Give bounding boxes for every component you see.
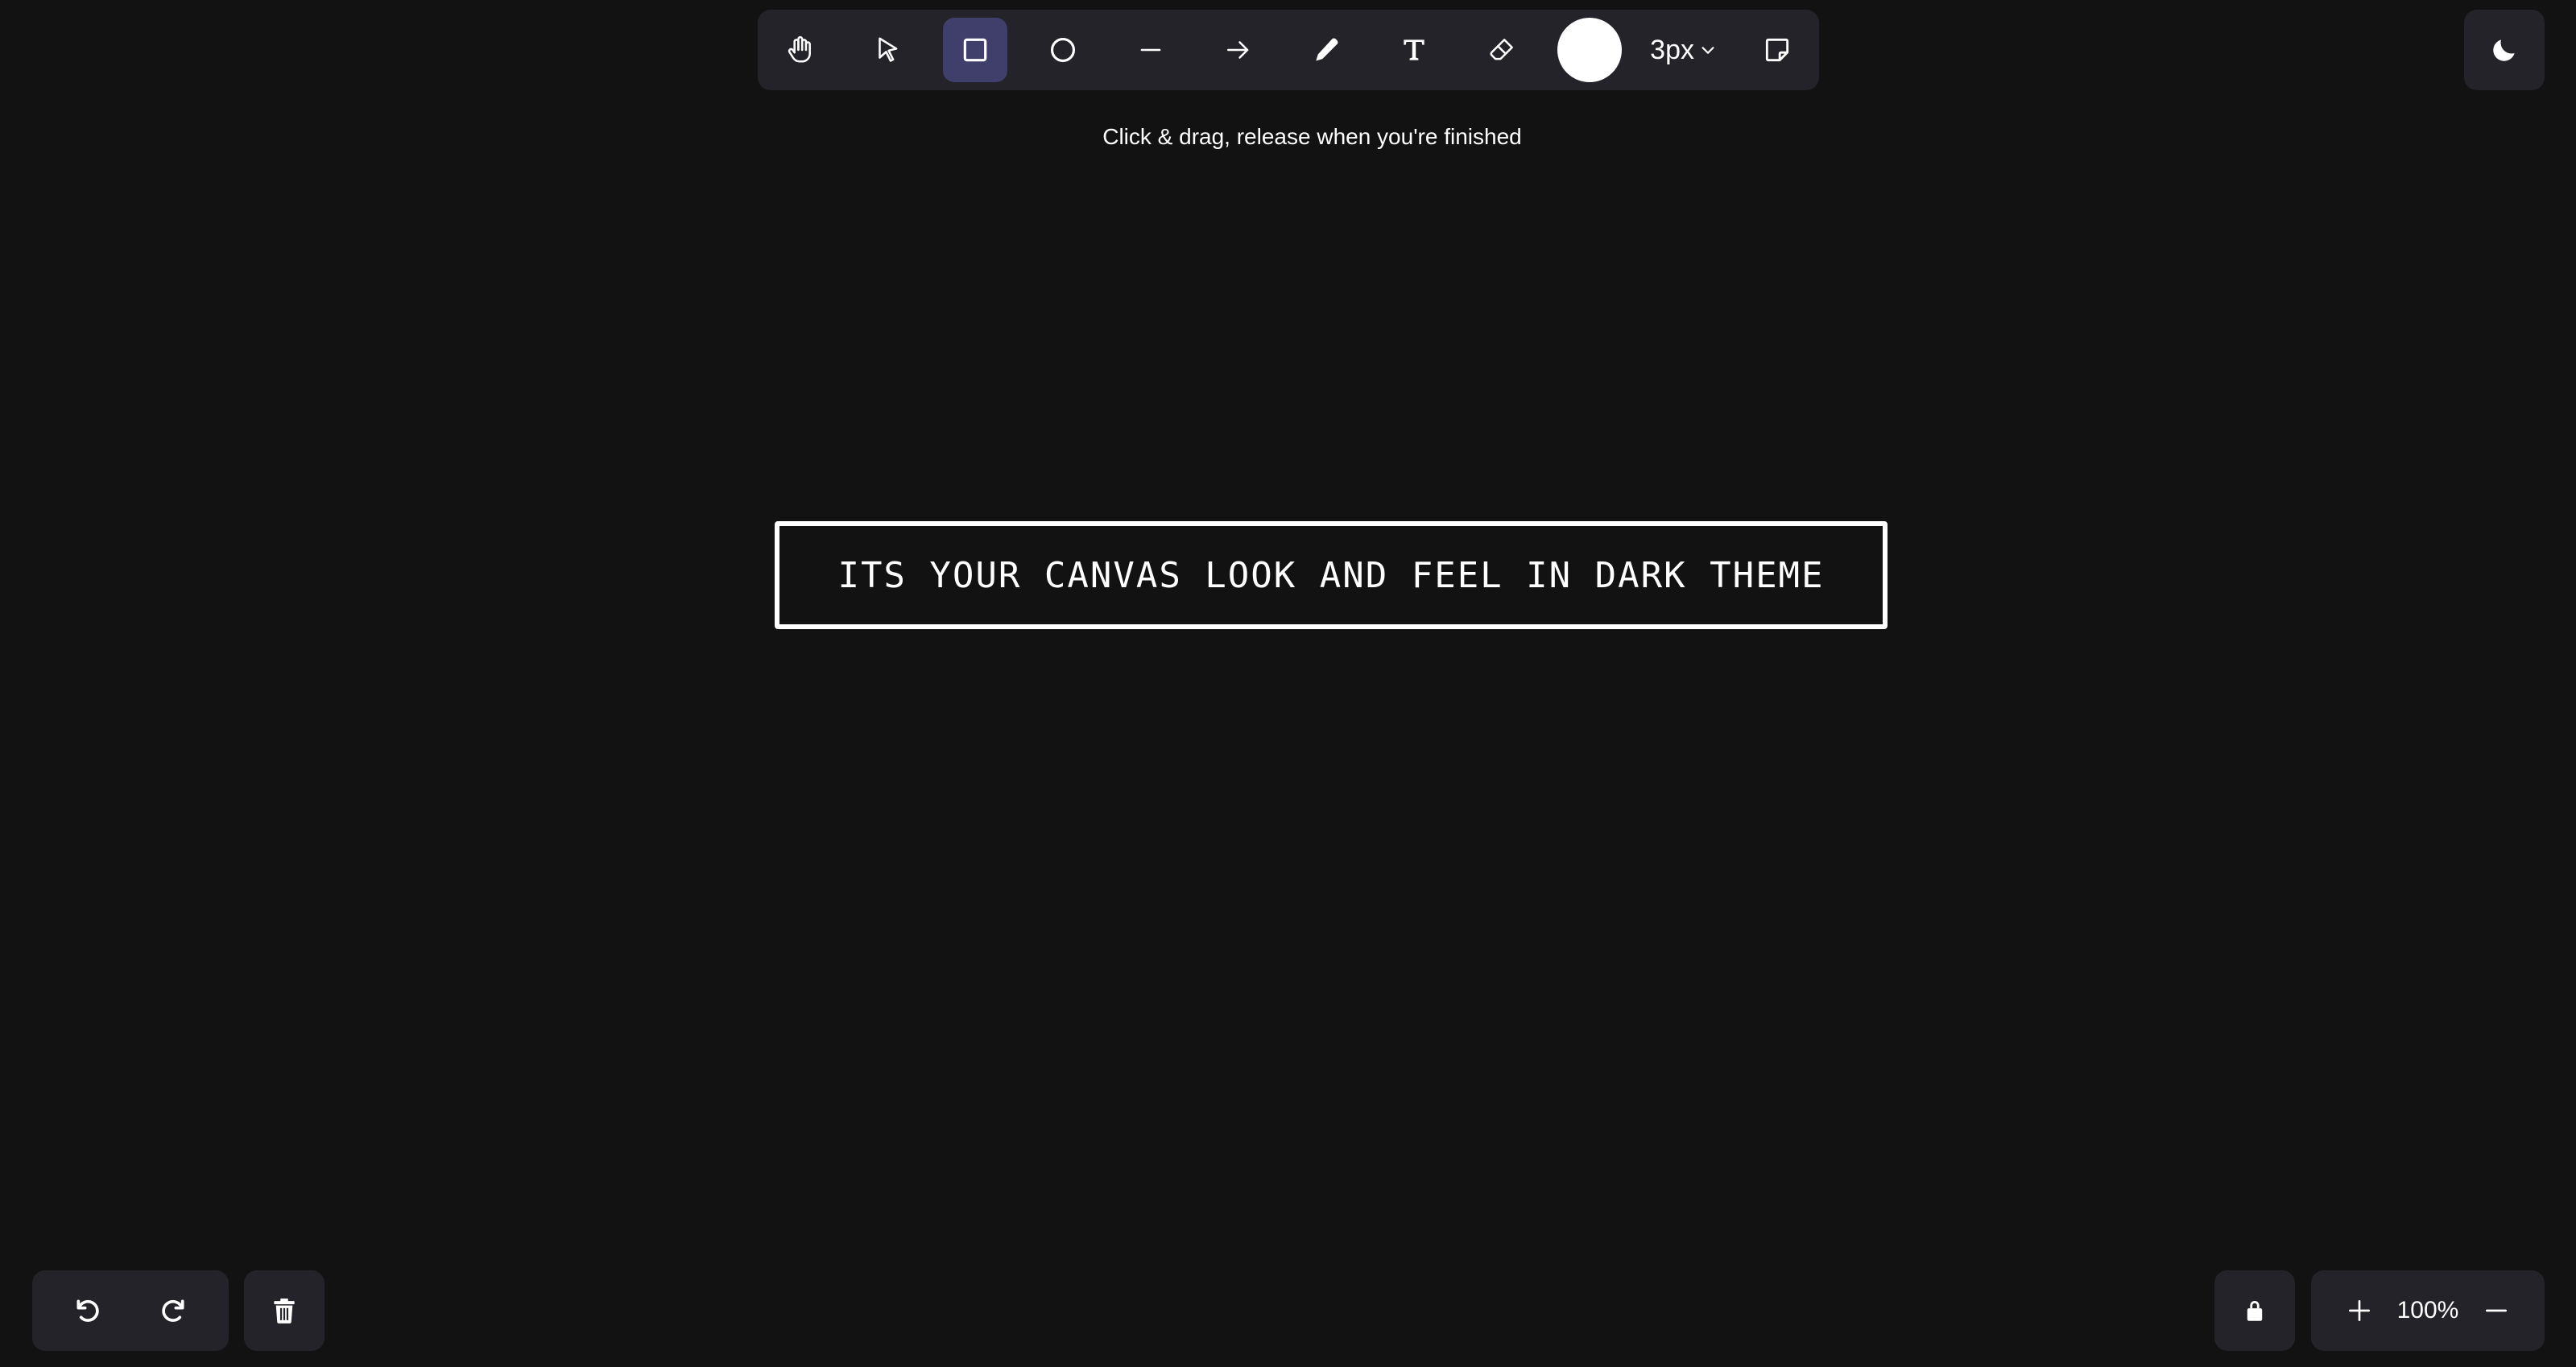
zoom-controls: 100% xyxy=(2311,1270,2545,1351)
tool-text[interactable] xyxy=(1382,18,1446,82)
pencil-icon xyxy=(1316,38,1338,61)
arrow-right-icon xyxy=(1227,41,1249,59)
main-toolbar: 3px xyxy=(758,10,1819,90)
undo-icon xyxy=(76,1299,99,1322)
canvas-rectangle-shape[interactable]: ITS YOUR CANVAS LOOK AND FEEL IN DARK TH… xyxy=(775,521,1888,629)
eraser-icon xyxy=(1490,39,1514,60)
zoom-in-button[interactable] xyxy=(2334,1285,2385,1336)
lock-icon xyxy=(2247,1300,2263,1321)
zoom-out-button[interactable] xyxy=(2471,1285,2522,1336)
zoom-level: 100% xyxy=(2396,1297,2459,1324)
chevron-down-icon xyxy=(1701,47,1714,54)
tool-arrow[interactable] xyxy=(1206,18,1271,82)
tool-hint: Click & drag, release when you're finish… xyxy=(1102,124,1522,149)
undo-button[interactable] xyxy=(62,1285,114,1336)
lock-button[interactable] xyxy=(2214,1270,2295,1351)
text-icon xyxy=(1404,39,1424,60)
tool-sticky-note[interactable] xyxy=(1745,18,1809,82)
clear-canvas-button[interactable] xyxy=(244,1270,325,1351)
tool-select[interactable] xyxy=(855,18,920,82)
line-icon xyxy=(1140,48,1161,52)
square-icon xyxy=(963,38,987,62)
plus-icon xyxy=(2349,1300,2370,1321)
theme-toggle-button[interactable] xyxy=(2464,10,2545,90)
hand-icon xyxy=(788,35,811,63)
history-controls xyxy=(32,1270,229,1351)
tool-pencil[interactable] xyxy=(1294,18,1358,82)
stroke-color-swatch[interactable] xyxy=(1557,18,1623,82)
moon-icon xyxy=(2493,39,2515,61)
tool-rectangle[interactable] xyxy=(943,18,1008,82)
redo-button[interactable] xyxy=(147,1285,199,1336)
tool-line[interactable] xyxy=(1118,18,1183,82)
trash-icon xyxy=(274,1298,295,1324)
circle-icon xyxy=(1051,37,1076,63)
tool-eraser[interactable] xyxy=(1470,18,1534,82)
tool-ellipse[interactable] xyxy=(1031,18,1095,82)
stroke-width-select[interactable]: 3px xyxy=(1645,35,1722,66)
redo-icon xyxy=(162,1299,184,1322)
minus-icon xyxy=(2485,1309,2507,1312)
sticky-note-icon xyxy=(1765,38,1789,62)
drawing-canvas[interactable] xyxy=(0,0,2576,1367)
tool-hand[interactable] xyxy=(767,18,832,82)
stroke-width-label: 3px xyxy=(1650,34,1694,65)
pointer-icon xyxy=(879,37,898,62)
canvas-shape-text[interactable]: ITS YOUR CANVAS LOOK AND FEEL IN DARK TH… xyxy=(837,555,1824,596)
